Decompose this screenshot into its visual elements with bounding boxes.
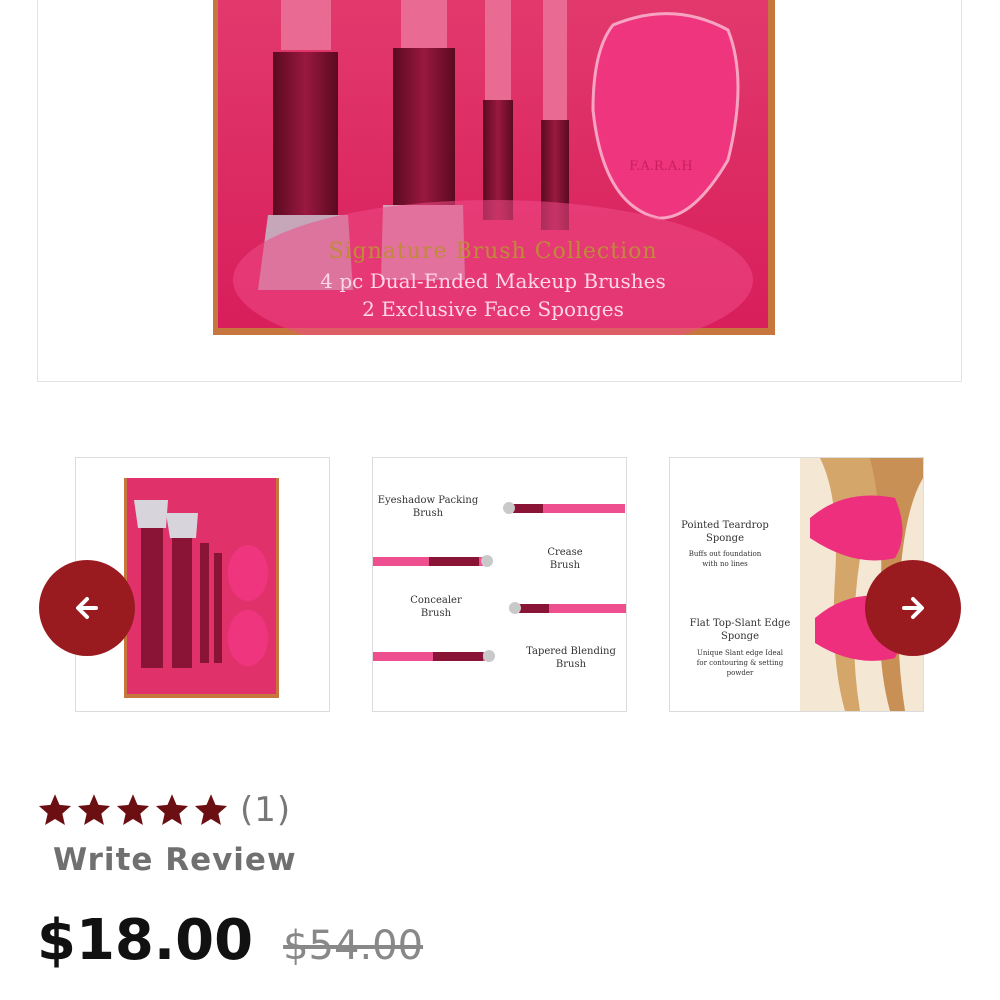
arrow-right-icon xyxy=(902,597,924,619)
guide-label: Sponge xyxy=(706,533,744,544)
price-row: $18.00 $54.00 xyxy=(37,908,423,973)
main-product-image: F.A.R.A.H Signature Brush Collection 4 p… xyxy=(213,0,775,335)
guide-label: Brush xyxy=(550,560,581,571)
rating-row: (1) xyxy=(37,788,291,832)
guide-label: Tapered Blending xyxy=(526,646,616,657)
star-icon xyxy=(194,794,228,825)
sponge-brand: F.A.R.A.H xyxy=(629,159,692,174)
thumbnail-brush-guide: Eyeshadow Packing Brush Crease Brush Con… xyxy=(373,495,626,670)
star-icon xyxy=(116,794,150,825)
sale-price: $18.00 xyxy=(37,908,254,973)
guide-label: Brush xyxy=(421,608,452,619)
arrow-left-icon xyxy=(76,597,98,619)
guide-label: Concealer xyxy=(410,595,462,606)
original-price: $54.00 xyxy=(283,923,424,969)
guide-label: Crease xyxy=(547,547,582,558)
guide-label: Unique Slant edge Ideal xyxy=(697,649,784,657)
write-review-link[interactable]: Write Review xyxy=(53,842,297,878)
guide-label: Brush xyxy=(413,508,444,519)
carousel-prev-button[interactable] xyxy=(39,560,135,656)
main-headline: Signature Brush Collection xyxy=(328,239,657,264)
guide-label: Buffs out foundation xyxy=(689,550,762,558)
star-icon xyxy=(155,794,189,825)
star-icon xyxy=(38,794,72,825)
star-icon xyxy=(77,794,111,825)
guide-label: Eyeshadow Packing xyxy=(378,495,479,506)
guide-label: Flat Top-Slant Edge xyxy=(690,618,791,629)
main-image-frame: F.A.R.A.H Signature Brush Collection 4 p… xyxy=(37,0,962,382)
guide-label: Brush xyxy=(556,659,587,670)
main-line1: 4 pc Dual-Ended Makeup Brushes xyxy=(320,269,666,293)
guide-label: for contouring & setting xyxy=(697,659,784,667)
guide-label: Pointed Teardrop xyxy=(681,520,769,531)
guide-label: with no lines xyxy=(702,560,748,568)
guide-label: powder xyxy=(727,669,754,677)
thumbnail-2[interactable]: Eyeshadow Packing Brush Crease Brush Con… xyxy=(372,457,627,712)
guide-label: Sponge xyxy=(721,631,759,642)
carousel-next-button[interactable] xyxy=(865,560,961,656)
main-line2: 2 Exclusive Face Sponges xyxy=(362,297,624,321)
review-count[interactable]: (1) xyxy=(240,790,291,830)
